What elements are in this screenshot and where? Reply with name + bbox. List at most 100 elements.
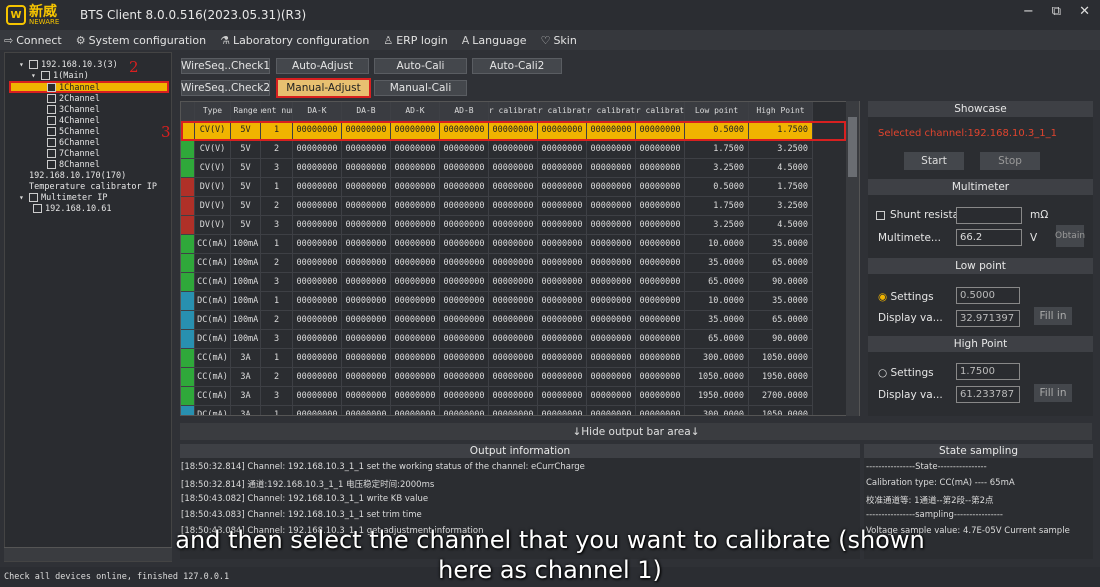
tab-auto-cali[interactable]: Auto-Cali: [374, 58, 467, 74]
table-cell[interactable]: 00000000: [391, 273, 440, 292]
table-cell[interactable]: 1950.0000: [685, 387, 749, 406]
table-cell[interactable]: 00000000: [342, 178, 391, 197]
table-cell[interactable]: 00000000: [538, 159, 587, 178]
tab-auto-cali2[interactable]: Auto-Cali2: [472, 58, 562, 74]
table-cell[interactable]: 00000000: [538, 330, 587, 349]
table-cell[interactable]: 00000000: [489, 311, 538, 330]
table-cell[interactable]: 00000000: [342, 292, 391, 311]
table-cell[interactable]: 00000000: [342, 387, 391, 406]
table-cell[interactable]: 00000000: [440, 273, 489, 292]
table-cell[interactable]: 00000000: [489, 197, 538, 216]
table-cell[interactable]: 00000000: [440, 330, 489, 349]
table-cell[interactable]: 90.0000: [749, 330, 813, 349]
table-cell[interactable]: 00000000: [489, 216, 538, 235]
table-row[interactable]: DC(mA) 3A 1 00000000 00000000 00000000 0000000…: [181, 406, 813, 415]
table-cell[interactable]: 3A: [231, 368, 261, 387]
table-cell[interactable]: CC(mA): [195, 368, 231, 387]
table-cell[interactable]: 00000000: [342, 349, 391, 368]
table-cell[interactable]: 5V: [231, 178, 261, 197]
table-cell[interactable]: 3A: [231, 406, 261, 415]
table-cell[interactable]: 00000000: [489, 330, 538, 349]
table-cell[interactable]: 100mA: [231, 311, 261, 330]
node-checkbox[interactable]: [29, 193, 38, 202]
tree-node[interactable]: ▾ Multimeter IP: [19, 192, 108, 203]
table-cell[interactable]: 00000000: [587, 216, 636, 235]
table-cell[interactable]: 00000000: [587, 387, 636, 406]
table-cell[interactable]: 00000000: [587, 197, 636, 216]
table-cell[interactable]: 00000000: [538, 235, 587, 254]
table-cell[interactable]: 00000000: [293, 349, 342, 368]
table-cell[interactable]: 00000000: [293, 273, 342, 292]
table-cell[interactable]: 00000000: [440, 349, 489, 368]
table-cell[interactable]: DV(V): [195, 197, 231, 216]
node-checkbox[interactable]: [29, 60, 38, 69]
minimize-icon[interactable]: −: [1023, 4, 1034, 19]
table-cell[interactable]: 35.0000: [749, 292, 813, 311]
table-cell[interactable]: 00000000: [538, 387, 587, 406]
table-cell[interactable]: 3: [261, 159, 293, 178]
table-cell[interactable]: 00000000: [391, 216, 440, 235]
table-cell[interactable]: 00000000: [538, 349, 587, 368]
table-cell[interactable]: 3: [261, 330, 293, 349]
table-cell[interactable]: 1050.0000: [749, 406, 813, 415]
table-cell[interactable]: 3.2500: [685, 159, 749, 178]
column-header[interactable]: Range: [231, 102, 261, 121]
table-cell[interactable]: 5V: [231, 140, 261, 159]
table-cell[interactable]: 00000000: [342, 311, 391, 330]
table-row[interactable]: CC(mA) 3A 1 00000000 00000000 00000000 0000000…: [181, 349, 813, 368]
table-cell[interactable]: 00000000: [391, 178, 440, 197]
table-cell[interactable]: 00000000: [489, 406, 538, 415]
table-cell[interactable]: 00000000: [489, 140, 538, 159]
low-settings-radio[interactable]: ◉ Settings: [878, 291, 934, 303]
table-cell[interactable]: 00000000: [440, 406, 489, 415]
column-header[interactable]: Segment number: [261, 102, 293, 121]
table-cell[interactable]: 00000000: [538, 406, 587, 415]
table-cell[interactable]: 00000000: [391, 140, 440, 159]
column-header[interactable]: AD-K: [391, 102, 440, 121]
table-cell[interactable]: 00000000: [342, 273, 391, 292]
tree-node[interactable]: 192.168.10.170(170): [29, 170, 126, 181]
table-cell[interactable]: 1: [261, 178, 293, 197]
table-cell[interactable]: 00000000: [489, 387, 538, 406]
restore-icon[interactable]: ⧉: [1052, 4, 1061, 19]
table-cell[interactable]: 00000000: [636, 197, 685, 216]
table-cell[interactable]: 00000000: [391, 311, 440, 330]
low-settings-input[interactable]: 0.5000: [956, 287, 1020, 304]
table-cell[interactable]: 00000000: [587, 140, 636, 159]
row-status-indicator[interactable]: [181, 159, 195, 178]
row-status-indicator[interactable]: [181, 235, 195, 254]
table-cell[interactable]: 35.0000: [685, 311, 749, 330]
table-cell[interactable]: 00000000: [587, 311, 636, 330]
menu-skin[interactable]: ♡ Skin: [541, 34, 577, 47]
table-cell[interactable]: 00000000: [342, 406, 391, 415]
table-cell[interactable]: 00000000: [538, 254, 587, 273]
table-cell[interactable]: CC(mA): [195, 273, 231, 292]
table-cell[interactable]: 4.5000: [749, 216, 813, 235]
menu-erp-login[interactable]: ♙ ERP login: [383, 34, 447, 47]
table-cell[interactable]: 1: [261, 406, 293, 415]
node-checkbox[interactable]: [47, 138, 56, 147]
table-cell[interactable]: 00000000: [587, 178, 636, 197]
table-cell[interactable]: 65.0000: [749, 254, 813, 273]
table-cell[interactable]: 00000000: [440, 368, 489, 387]
table-cell[interactable]: 65.0000: [749, 311, 813, 330]
table-cell[interactable]: 00000000: [391, 387, 440, 406]
table-row[interactable]: CC(mA) 100mA 1 00000000 00000000 00000000 0000…: [181, 235, 813, 254]
device-tree[interactable]: ▾ 192.168.10.3(3) ▾ 1(Main) 1Channel 2Channel…: [4, 52, 172, 562]
table-cell[interactable]: 1: [261, 349, 293, 368]
table-cell[interactable]: 3.2500: [749, 197, 813, 216]
table-cell[interactable]: 00000000: [293, 311, 342, 330]
node-checkbox[interactable]: [33, 204, 42, 213]
table-cell[interactable]: 1.7500: [685, 197, 749, 216]
table-cell[interactable]: 00000000: [342, 330, 391, 349]
shunt-checkbox[interactable]: [876, 211, 885, 220]
row-status-indicator[interactable]: [181, 406, 195, 415]
row-status-indicator[interactable]: [181, 311, 195, 330]
calibration-grid[interactable]: TypeRangeSegment numberDA-KDA-BAD-KAD-BA…: [180, 101, 860, 416]
column-header[interactable]: After calibrationA: [636, 102, 685, 121]
column-header[interactable]: [181, 102, 195, 121]
table-cell[interactable]: 00000000: [636, 140, 685, 159]
table-cell[interactable]: 00000000: [636, 368, 685, 387]
table-cell[interactable]: 00000000: [342, 140, 391, 159]
tab-wireseq-check2[interactable]: WireSeq..Check2: [181, 80, 270, 96]
